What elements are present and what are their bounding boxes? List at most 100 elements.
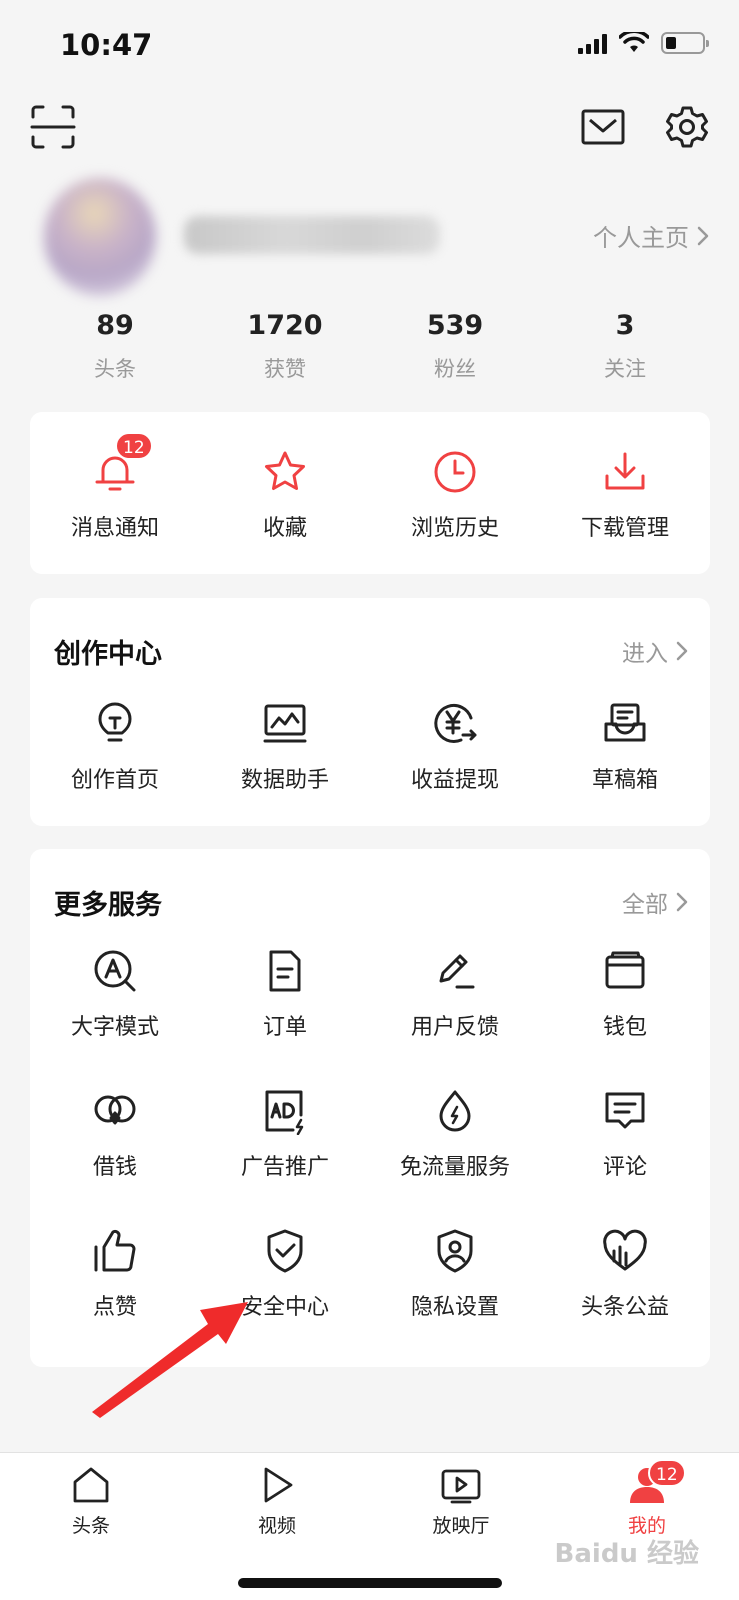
tab-label: 视频 xyxy=(257,1515,296,1537)
loan-icon xyxy=(94,1095,136,1125)
chart-monitor-icon xyxy=(263,704,307,743)
stat-number: 539 xyxy=(426,310,484,341)
data-assistant-item[interactable]: 数据助手 xyxy=(200,700,370,794)
baidu-watermark: Baidu 经验 xyxy=(554,1539,699,1569)
likes-item[interactable]: 点赞 xyxy=(30,1227,200,1321)
shield-check-icon xyxy=(267,1229,303,1273)
profile-header: 个人主页 xyxy=(0,178,739,298)
orders-item[interactable]: 订单 xyxy=(200,947,370,1041)
tab-home[interactable]: 头条 xyxy=(36,1465,146,1538)
data-drop-icon xyxy=(439,1090,471,1132)
stat-likes[interactable]: 1720 获赞 xyxy=(200,310,370,383)
battery-icon xyxy=(661,32,709,54)
charity-heart-icon xyxy=(603,1229,647,1271)
service-label: 评论 xyxy=(602,1155,647,1180)
settings-gear-icon[interactable] xyxy=(664,104,710,150)
creation-center-card: 创作中心 进入 创作首页 数据助手 收益提现 草稿箱 xyxy=(30,598,710,826)
creation-item-label: 数据助手 xyxy=(240,768,329,793)
tab-video[interactable]: 视频 xyxy=(222,1465,332,1538)
section-link-label: 进入 xyxy=(622,641,668,667)
chevron-right-icon xyxy=(676,892,688,912)
wifi-icon xyxy=(619,32,649,52)
username-blurred xyxy=(184,216,440,254)
large-font-icon xyxy=(94,950,136,992)
service-label: 隐私设置 xyxy=(410,1295,499,1320)
mail-icon[interactable] xyxy=(580,106,626,148)
draft-box-icon xyxy=(604,703,646,742)
notification-badge: 12 xyxy=(115,432,153,460)
quick-action-label: 下载管理 xyxy=(580,516,669,541)
earnings-withdraw-item[interactable]: 收益提现 xyxy=(370,700,540,794)
personal-homepage-link[interactable]: 个人主页 xyxy=(593,218,709,253)
stat-number: 89 xyxy=(96,310,134,341)
security-center-item[interactable]: 安全中心 xyxy=(200,1227,370,1321)
home-indicator[interactable] xyxy=(238,1578,502,1588)
stat-articles[interactable]: 89 头条 xyxy=(30,310,200,383)
cellular-signal-icon xyxy=(578,32,607,54)
service-label: 头条公益 xyxy=(580,1295,669,1320)
quick-action-label: 浏览历史 xyxy=(410,516,499,541)
lightbulb-icon xyxy=(98,702,132,742)
order-icon xyxy=(269,950,301,992)
star-icon xyxy=(265,451,305,490)
bottom-tab-bar: 头条 视频 放映厅 12 我的 Baidu 经验 xyxy=(0,1452,739,1600)
quick-actions-card: 12 消息通知 收藏 浏览历史 下载管理 xyxy=(30,412,710,574)
service-label: 广告推广 xyxy=(240,1155,329,1180)
creation-item-label: 收益提现 xyxy=(410,768,499,793)
scan-icon[interactable] xyxy=(30,104,76,150)
quick-action-downloads[interactable]: 下载管理 xyxy=(540,448,710,542)
chevron-right-icon xyxy=(697,226,709,245)
ad-promotion-item[interactable]: 广告推广 xyxy=(200,1087,370,1181)
privacy-settings-item[interactable]: 隐私设置 xyxy=(370,1227,540,1321)
wallet-item[interactable]: 钱包 xyxy=(540,947,710,1041)
creation-center-title: 创作中心 xyxy=(54,639,162,670)
wallet-icon xyxy=(605,951,645,989)
tab-theater[interactable]: 放映厅 xyxy=(406,1465,516,1538)
section-link-label: 全部 xyxy=(622,892,668,918)
tab-me[interactable]: 12 我的 xyxy=(592,1459,702,1538)
quick-action-label: 消息通知 xyxy=(70,516,159,541)
more-services-card: 更多服务 全部 大字模式 订单 用户反馈 钱包 借钱 广告推广 免流量服务 评论… xyxy=(30,849,710,1367)
home-icon xyxy=(73,1467,109,1503)
creation-item-label: 草稿箱 xyxy=(591,768,658,793)
creation-item-label: 创作首页 xyxy=(70,768,159,793)
tab-label: 放映厅 xyxy=(432,1515,490,1537)
quick-action-favorites[interactable]: 收藏 xyxy=(200,448,370,542)
data-free-service-item[interactable]: 免流量服务 xyxy=(370,1087,540,1181)
tab-badge: 12 xyxy=(648,1459,686,1487)
status-bar: 10:47 xyxy=(0,0,739,90)
creation-center-enter-link[interactable]: 进入 xyxy=(622,634,688,668)
quick-action-notifications[interactable]: 12 消息通知 xyxy=(30,432,200,542)
stat-number: 1720 xyxy=(247,310,323,341)
tv-play-icon xyxy=(441,1469,481,1504)
avatar[interactable] xyxy=(44,178,156,296)
status-icons xyxy=(578,32,709,54)
download-icon xyxy=(605,452,645,490)
creation-home-item[interactable]: 创作首页 xyxy=(30,700,200,794)
service-label: 免流量服务 xyxy=(399,1155,510,1180)
comment-icon xyxy=(605,1092,645,1129)
more-services-title: 更多服务 xyxy=(54,890,162,921)
stat-followers[interactable]: 539 粉丝 xyxy=(370,310,540,383)
quick-action-label: 收藏 xyxy=(262,516,307,541)
large-font-mode-item[interactable]: 大字模式 xyxy=(30,947,200,1041)
comments-item[interactable]: 评论 xyxy=(540,1087,710,1181)
play-icon xyxy=(264,1467,293,1503)
more-services-all-link[interactable]: 全部 xyxy=(622,885,688,919)
stat-label: 粉丝 xyxy=(434,357,476,381)
service-label: 钱包 xyxy=(602,1015,647,1040)
stat-following[interactable]: 3 关注 xyxy=(540,310,710,383)
service-label: 借钱 xyxy=(92,1155,137,1180)
clock-icon xyxy=(434,451,476,493)
drafts-item[interactable]: 草稿箱 xyxy=(540,700,710,794)
service-label: 安全中心 xyxy=(240,1295,329,1320)
loan-item[interactable]: 借钱 xyxy=(30,1087,200,1181)
service-label: 用户反馈 xyxy=(410,1015,499,1040)
charity-item[interactable]: 头条公益 xyxy=(540,1227,710,1321)
top-bar xyxy=(0,100,739,160)
user-feedback-item[interactable]: 用户反馈 xyxy=(370,947,540,1041)
service-label: 点赞 xyxy=(92,1295,137,1320)
quick-action-history[interactable]: 浏览历史 xyxy=(370,448,540,542)
service-label: 大字模式 xyxy=(70,1015,159,1040)
thumbs-up-icon xyxy=(94,1229,136,1272)
